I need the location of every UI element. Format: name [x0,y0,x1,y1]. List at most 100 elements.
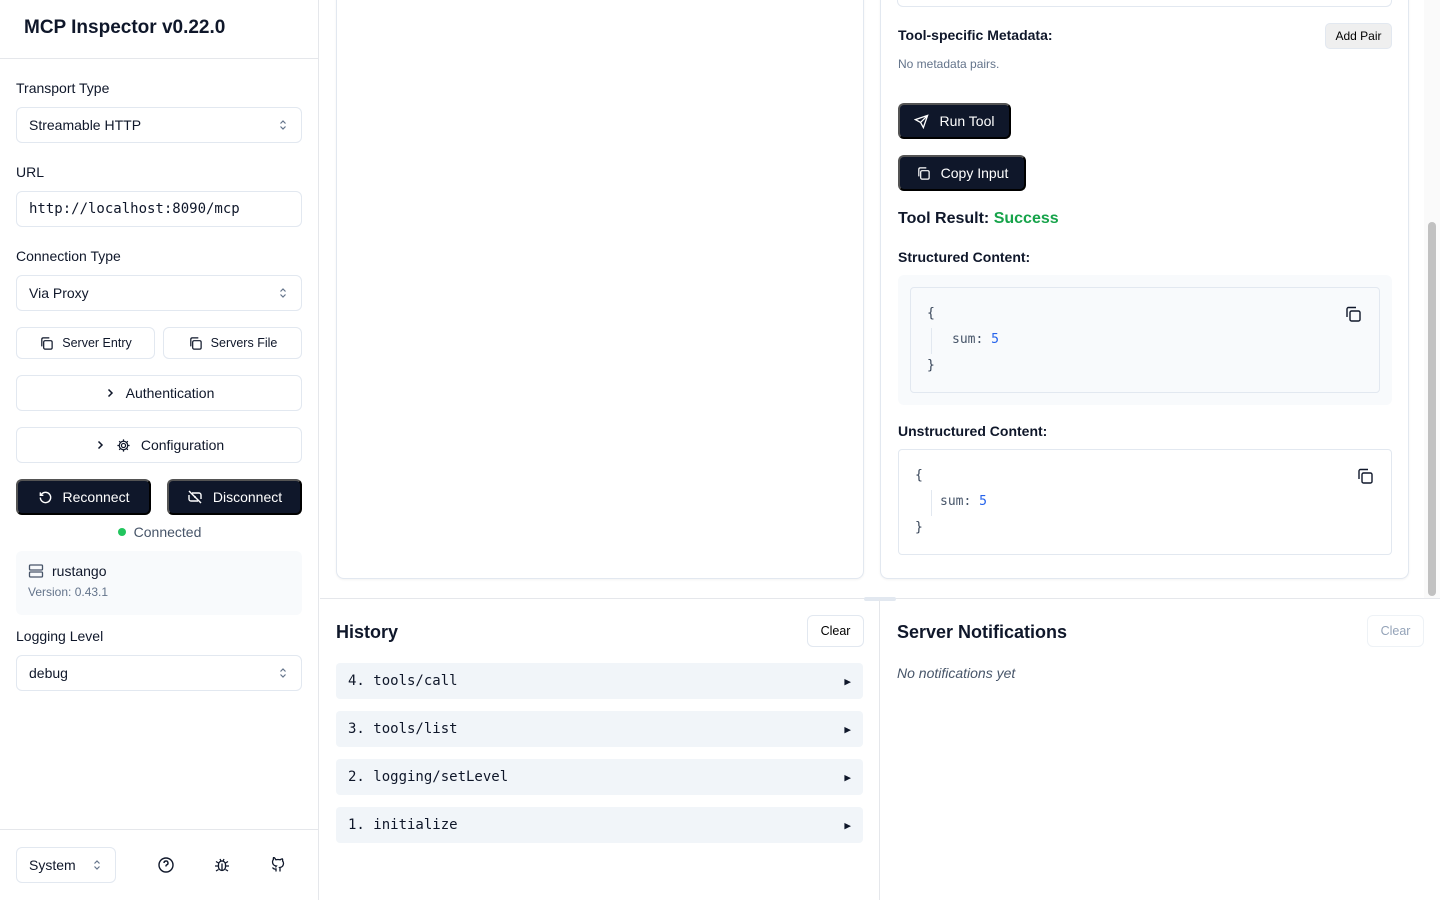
url-input[interactable]: http://localhost:8090/mcp [16,191,302,227]
github-icon [271,857,285,872]
help-circle-icon [158,857,174,873]
json-indent-guide [931,328,932,354]
configuration-label: Configuration [140,437,225,453]
debug-button[interactable] [211,854,233,876]
tool-result-label: Tool Result: [898,210,990,227]
json-close-brace: } [927,358,935,373]
chevron-up-down-icon [280,668,286,678]
transport-type-value: Streamable HTTP [29,117,142,133]
history-item[interactable]: 4. tools/call ▶ [336,663,863,699]
servers-file-label: Servers File [210,336,278,350]
servers-file-button[interactable]: Servers File [163,327,302,359]
run-tool-button[interactable]: Run Tool [898,103,1011,139]
json-close-brace: } [915,520,923,535]
connection-type-label: Connection Type [16,248,121,264]
server-entry-label: Server Entry [62,336,132,350]
rotate-ccw-icon [39,491,51,503]
connection-type-select[interactable]: Via Proxy [16,275,302,311]
configuration-toggle[interactable]: Configuration [16,427,302,463]
resize-handle[interactable] [864,597,896,601]
sidebar-header: MCP Inspector v0.22.0 [0,0,318,59]
server-info-card: rustango Version: 0.43.1 [16,551,302,615]
history-item[interactable]: 3. tools/list ▶ [336,711,863,747]
json-value: 5 [979,494,987,509]
structured-content-container: { sum: 5 } [898,275,1392,405]
history-item-label: 1. initialize [348,817,458,833]
url-label: URL [16,164,45,180]
expand-icon: ▶ [844,674,851,688]
copy-icon [917,166,930,180]
json-open-brace: { [915,468,923,483]
structured-content-label: Structured Content: [898,249,1031,265]
history-item-label: 4. tools/call [348,673,458,689]
notifications-clear-button[interactable]: Clear [1367,615,1424,647]
authentication-label: Authentication [125,385,215,401]
history-item-label: 3. tools/list [348,721,458,737]
theme-select[interactable]: System [16,847,116,883]
chevron-right-icon [107,388,113,398]
expand-icon: ▶ [844,818,851,832]
send-icon [914,113,930,129]
history-item[interactable]: 2. logging/setLevel ▶ [336,759,863,795]
unplug-icon [188,490,202,504]
history-item[interactable]: 1. initialize ▶ [336,807,863,843]
reconnect-button[interactable]: Reconnect [16,479,151,515]
disconnect-button[interactable]: Disconnect [167,479,302,515]
tool-input-field[interactable] [897,0,1392,7]
json-key: sum: [952,332,984,347]
url-value: http://localhost:8090/mcp [29,201,240,217]
no-metadata-text: No metadata pairs. [898,57,1000,71]
connection-status: Connected [0,524,319,540]
reconnect-label: Reconnect [62,489,130,505]
add-pair-button[interactable]: Add Pair [1325,23,1392,49]
expand-icon: ▶ [844,722,851,736]
theme-value: System [29,857,76,873]
copy-icon [41,336,53,350]
run-tool-label: Run Tool [939,113,995,129]
history-clear-button[interactable]: Clear [807,615,864,647]
bottom-divider [879,599,880,900]
disconnect-label: Disconnect [212,489,283,505]
transport-type-label: Transport Type [16,80,110,96]
server-version: Version: 0.43.1 [28,585,109,599]
copy-icon[interactable] [1356,467,1374,485]
github-button[interactable] [267,854,289,876]
bug-icon [215,858,229,872]
chevron-right-icon [97,440,103,450]
copy-input-button[interactable]: Copy Input [898,155,1026,191]
tool-result-heading: Tool Result: Success [898,210,1059,228]
history-item-label: 2. logging/setLevel [348,769,509,785]
sidebar-footer: System [0,829,319,900]
logging-level-label: Logging Level [16,628,104,644]
gear-icon [117,438,130,452]
status-text: Connected [133,524,202,540]
connection-type-value: Via Proxy [29,285,89,301]
sidebar: MCP Inspector v0.22.0 Transport Type Str… [0,0,319,900]
logging-level-select[interactable]: debug [16,655,302,691]
no-notifications-text: No notifications yet [897,665,1016,681]
chevron-up-down-icon [280,288,286,298]
chevron-up-down-icon [94,860,100,870]
authentication-toggle[interactable]: Authentication [16,375,302,411]
copy-icon[interactable] [1344,305,1362,323]
server-name: rustango [52,563,107,579]
tools-list-panel [336,0,864,579]
history-title: History [336,622,399,642]
json-value: 5 [991,332,999,347]
notifications-title: Server Notifications [897,622,1068,642]
copy-input-label: Copy Input [940,165,1009,181]
help-button[interactable] [155,854,177,876]
json-indent-guide [931,490,932,516]
server-entry-button[interactable]: Server Entry [16,327,155,359]
copy-icon [189,336,202,350]
logging-level-value: debug [29,665,68,681]
json-open-brace: { [927,306,935,321]
tool-result-status: Success [993,210,1059,227]
chevron-up-down-icon [280,120,286,130]
server-icon [28,564,44,578]
transport-type-select[interactable]: Streamable HTTP [16,107,302,143]
json-line: sum: 5 [940,494,987,509]
scrollbar-thumb[interactable] [1428,222,1436,596]
unstructured-content-json: { sum: 5 } [898,449,1392,555]
tool-detail-panel: Tool-specific Metadata: Add Pair No meta… [880,0,1409,579]
